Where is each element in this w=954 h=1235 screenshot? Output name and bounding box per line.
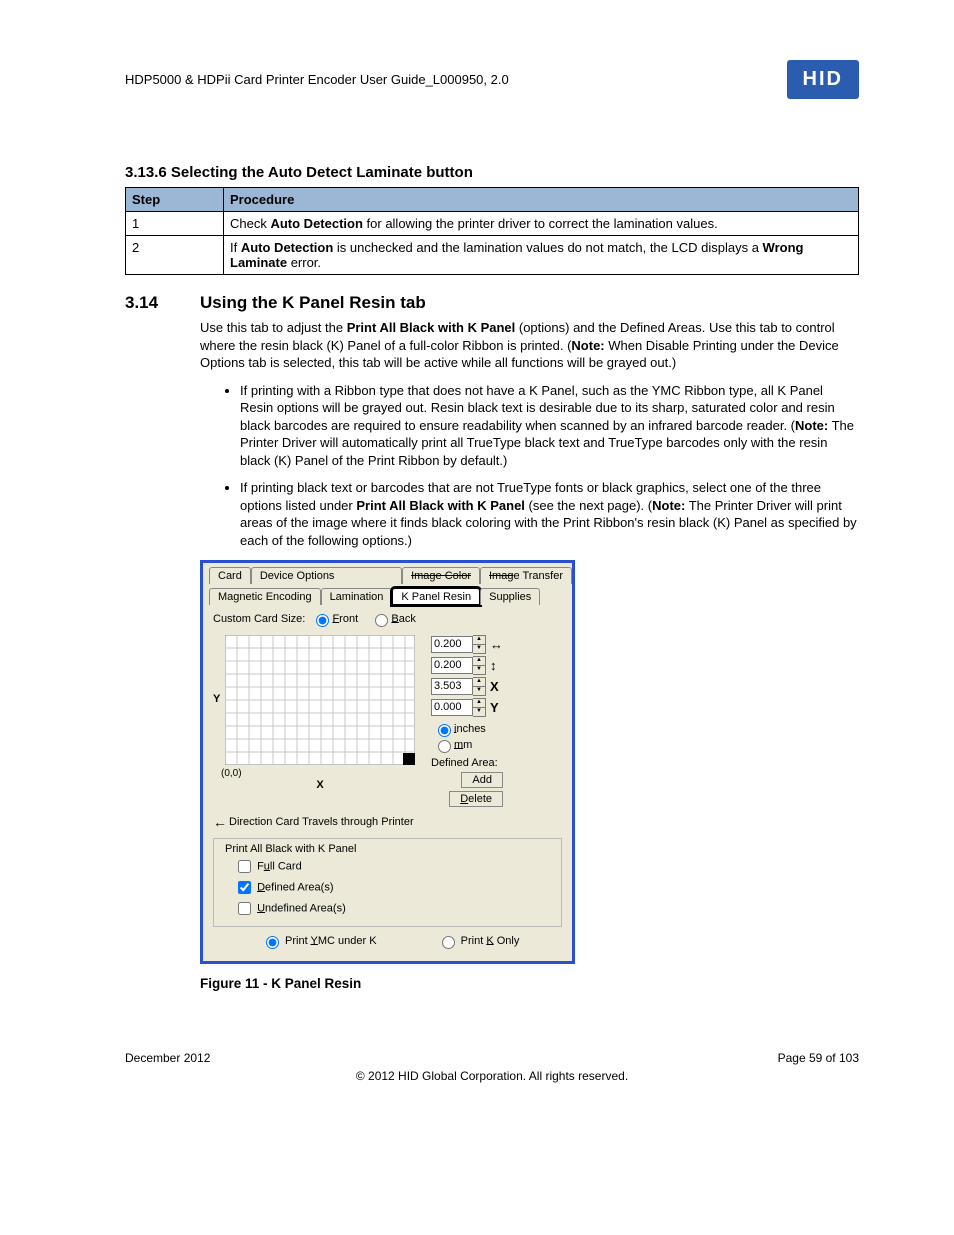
tab-k-panel-resin[interactable]: K Panel Resin [392, 588, 480, 605]
y-icon: Y [490, 700, 499, 715]
custom-card-size-row: Custom Card Size: Front Back [213, 611, 562, 627]
list-item: If printing black text or barcodes that … [240, 479, 859, 549]
x-icon: X [490, 679, 499, 694]
radio-front[interactable] [316, 614, 329, 627]
height-icon: ↕ [490, 658, 497, 673]
tab-panel: Custom Card Size: Front Back Y [203, 605, 572, 957]
defined-area-marker [403, 753, 415, 765]
direction-row: ← Direction Card Travels through Printer [213, 814, 562, 830]
tab-magnetic-encoding[interactable]: Magnetic Encoding [209, 588, 321, 605]
arrow-left-icon: ← [213, 814, 227, 830]
dim-height-row: 0.200 ▲▼ ↕ [431, 656, 503, 675]
col-procedure: Procedure [224, 188, 859, 212]
section-3-14-heading: 3.14Using the K Panel Resin tab [125, 293, 859, 313]
figure-caption: Figure 11 - K Panel Resin [200, 976, 859, 991]
delete-button[interactable]: Delete [449, 791, 503, 807]
radio-inches[interactable] [438, 724, 451, 737]
chk-defined-areas[interactable] [238, 881, 251, 894]
section-3-14-intro: Use this tab to adjust the Print All Bla… [200, 319, 859, 372]
spinner-width[interactable]: ▲▼ [473, 635, 486, 654]
chk-undefined-areas[interactable] [238, 902, 251, 915]
add-button[interactable]: Add [461, 772, 503, 788]
footer-date: December 2012 [125, 1051, 210, 1065]
radio-print-k-only[interactable] [442, 936, 455, 949]
grid-y-label: Y [213, 693, 220, 705]
dim-height-value[interactable]: 0.200 [431, 657, 473, 674]
doc-title: HDP5000 & HDPii Card Printer Encoder Use… [125, 72, 509, 87]
radio-mm[interactable] [438, 740, 451, 753]
procedure-table: Step Procedure 1 Check Auto Detection fo… [125, 187, 859, 275]
tab-card[interactable]: Card [209, 567, 251, 584]
hid-logo: HID [787, 60, 859, 99]
chk-full-card[interactable] [238, 860, 251, 873]
table-row: 2 If Auto Detection is unchecked and the… [126, 236, 859, 275]
footer-copyright: © 2012 HID Global Corporation. All right… [125, 1069, 859, 1083]
footer-page: Page 59 of 103 [778, 1051, 859, 1065]
tab-supplies[interactable]: Supplies [480, 588, 540, 605]
radio-back[interactable] [375, 614, 388, 627]
units-block: inches mm [433, 721, 503, 753]
section-3-14-bullets: If printing with a Ribbon type that does… [125, 382, 859, 550]
page-header: HDP5000 & HDPii Card Printer Encoder Use… [125, 60, 859, 99]
dim-x-row: 3.503 ▲▼ X [431, 677, 503, 696]
page-footer: December 2012 Page 59 of 103 [125, 1051, 859, 1065]
tab-row-2: Magnetic Encoding Lamination K Panel Res… [209, 588, 572, 605]
tab-lamination[interactable]: Lamination [321, 588, 393, 605]
col-step: Step [126, 188, 224, 212]
section-3-13-6-heading: 3.13.6 Selecting the Auto Detect Laminat… [125, 164, 859, 181]
dim-y-row: 0.000 ▲▼ Y [431, 698, 503, 717]
list-item: If printing with a Ribbon type that does… [240, 382, 859, 470]
width-icon: ↔ [490, 637, 503, 652]
tab-image-color[interactable]: Image Color [402, 567, 480, 584]
tab-device-options[interactable]: Device Options [251, 567, 402, 584]
table-row: 1 Check Auto Detection for allowing the … [126, 212, 859, 236]
defined-area-label: Defined Area: [431, 757, 503, 769]
dim-x-value[interactable]: 3.503 [431, 678, 473, 695]
tab-image-transfer[interactable]: Image Transfer [480, 567, 572, 584]
spinner-x[interactable]: ▲▼ [473, 677, 486, 696]
grid-origin: (0,0) [221, 768, 415, 779]
grid-x-label: X [225, 779, 415, 791]
group-print-all-black: Print All Black with K Panel Full Card D… [213, 838, 562, 927]
spinner-y[interactable]: ▲▼ [473, 698, 486, 717]
card-grid[interactable] [225, 635, 415, 765]
dim-y-value[interactable]: 0.000 [431, 699, 473, 716]
tab-row-1: Card Device Options Image Color Image Tr… [209, 567, 572, 584]
spinner-height[interactable]: ▲▼ [473, 656, 486, 675]
print-options-row: Print YMC under K Print K Only [261, 933, 562, 949]
radio-print-ymc[interactable] [266, 936, 279, 949]
dialog-k-panel-resin: Card Device Options Image Color Image Tr… [200, 560, 575, 964]
dim-width-row: 0.200 ▲▼ ↔ [431, 635, 503, 654]
dim-width-value[interactable]: 0.200 [431, 636, 473, 653]
